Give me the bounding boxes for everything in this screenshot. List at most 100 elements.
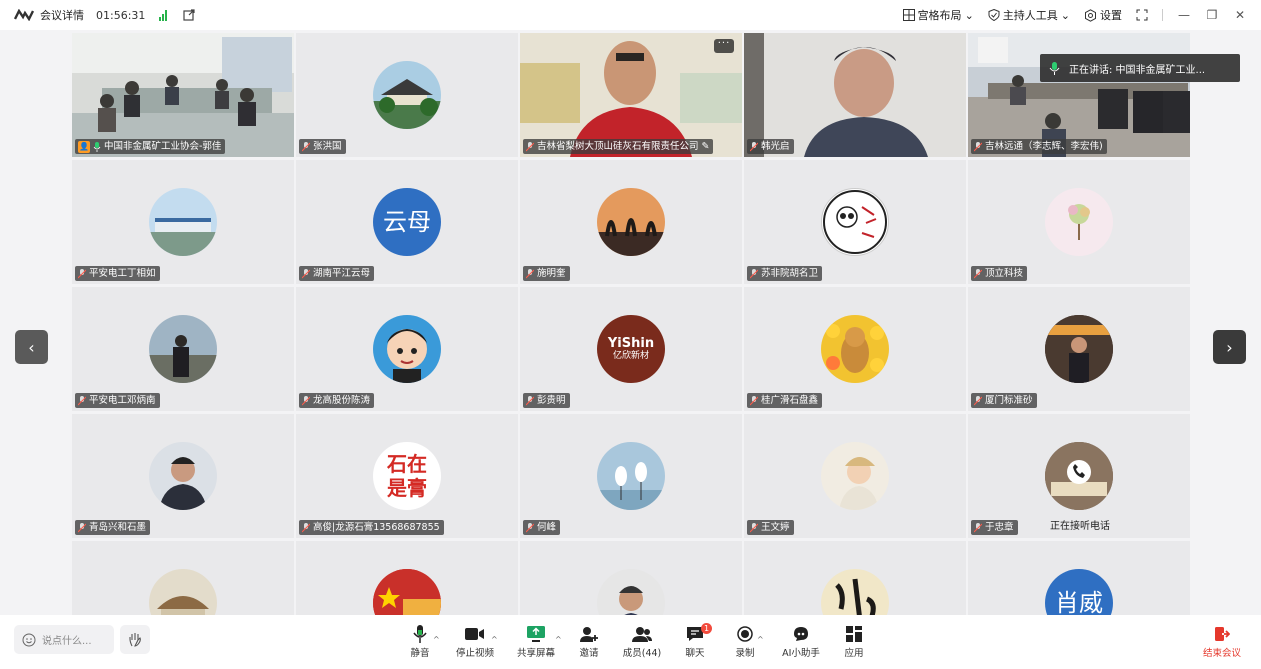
stop-video-label: 停止视频 <box>455 648 494 659</box>
mic-muted-icon <box>974 395 982 405</box>
participant-tile[interactable] <box>744 541 966 615</box>
mic-muted-icon <box>302 268 310 278</box>
more-options-button[interactable]: ··· <box>714 39 734 53</box>
participant-avatar <box>821 569 889 615</box>
mic-muted-icon <box>302 395 310 405</box>
participant-tile[interactable]: YiShin 亿欣新材 彭贵明 <box>520 287 742 411</box>
apps-label: 应用 <box>844 648 864 659</box>
emoji-icon[interactable] <box>22 633 36 647</box>
apps-button[interactable]: 应用 <box>829 623 879 659</box>
participant-name: 平安电工丁相如 <box>89 268 156 279</box>
raise-hand-button[interactable] <box>120 625 150 654</box>
chevron-up-icon[interactable]: ^ <box>433 635 440 644</box>
mic-muted-icon <box>750 268 758 278</box>
participant-tile[interactable]: 桂广滑石盘鑫 <box>744 287 966 411</box>
participant-name: 平安电工邓炳南 <box>89 395 156 406</box>
participant-tile[interactable]: 青岛兴和石墨 <box>72 414 294 538</box>
participant-avatar <box>597 442 665 510</box>
participant-avatar <box>1045 315 1113 383</box>
record-button[interactable]: ^ 录制 <box>717 623 773 659</box>
participant-tile[interactable]: 何峰 <box>520 414 742 538</box>
apps-grid-icon <box>846 626 862 642</box>
participant-tile[interactable]: 顶立科技 <box>968 160 1190 284</box>
restore-button[interactable]: ❐ <box>1205 8 1219 22</box>
share-screen-button[interactable]: ^ 共享屏幕 <box>505 623 567 659</box>
fullscreen-icon[interactable] <box>1136 9 1148 21</box>
participant-tile[interactable]: 吉林远通（李志辉、李宏伟) <box>968 33 1190 157</box>
mic-muted-icon <box>78 522 86 532</box>
active-speaker-text: 正在讲话: 中国非金属矿工业... <box>1069 64 1206 76</box>
participant-tile[interactable]: ··· 吉林省梨树大顶山硅灰石有限责任公司 ✎ <box>520 33 742 157</box>
participant-tile[interactable]: 苏非院胡名卫 <box>744 160 966 284</box>
participant-tile[interactable]: 平安电工丁相如 <box>72 160 294 284</box>
chevron-up-icon[interactable]: ^ <box>491 635 498 644</box>
video-grid-area: 👤 中国非金属矿工业协会-郭佳 张洪国 ··· 吉林省梨树大顶山硅灰石有限责任公… <box>0 30 1261 615</box>
participant-avatar <box>597 569 665 615</box>
participant-avatar: 肖威 <box>1045 569 1113 615</box>
host-tools-button[interactable]: 主持人工具 ⌄ <box>988 7 1070 23</box>
mic-muted-icon <box>526 395 534 405</box>
meeting-details-link[interactable]: 会议详情 <box>40 7 84 23</box>
close-button[interactable]: ✕ <box>1233 8 1247 22</box>
participant-avatar: 云母 <box>373 188 441 256</box>
mic-muted-icon <box>750 141 758 151</box>
invite-button[interactable]: 邀请 <box>567 623 611 659</box>
chevron-up-icon[interactable]: ^ <box>555 635 562 644</box>
signal-strength-icon[interactable] <box>159 9 168 21</box>
members-button[interactable]: 成员(44) <box>611 623 673 659</box>
participant-tile[interactable]: 张洪国 <box>296 33 518 157</box>
ai-assistant-icon <box>794 627 808 641</box>
host-tools-label: 主持人工具 <box>1002 9 1058 22</box>
grid-layout-label: 宫格布局 <box>917 9 962 22</box>
external-window-icon[interactable] <box>183 9 196 21</box>
participant-tile[interactable]: 施明奎 <box>520 160 742 284</box>
exit-icon <box>1215 627 1230 641</box>
unread-badge: 1 <box>701 623 712 634</box>
camera-icon <box>465 628 484 640</box>
participant-tile[interactable]: 王文婷 <box>744 414 966 538</box>
participant-grid: 👤 中国非金属矿工业协会-郭佳 张洪国 ··· 吉林省梨树大顶山硅灰石有限责任公… <box>72 33 1190 615</box>
mic-muted-icon <box>974 141 982 151</box>
chat-button[interactable]: 1 聊天 <box>673 623 717 659</box>
stop-video-button[interactable]: ^ 停止视频 <box>445 623 505 659</box>
participant-avatar <box>149 315 217 383</box>
ai-assistant-button[interactable]: AI小助手 <box>773 623 829 659</box>
participant-name-tag: 厦门标准砂 <box>971 393 1037 408</box>
mic-muted-icon <box>302 141 310 151</box>
mute-button[interactable]: ^ 静音 <box>395 623 445 659</box>
participant-tile[interactable]: 肖威 <box>968 541 1190 615</box>
members-icon <box>632 627 652 642</box>
participant-tile[interactable] <box>72 541 294 615</box>
participant-tile[interactable]: 云母 湖南平江云母 <box>296 160 518 284</box>
quick-chat-input[interactable]: 说点什么... <box>14 625 114 654</box>
participant-tile[interactable]: 石在 是膏 高俊|龙源石膏13568687855 <box>296 414 518 538</box>
participant-tile[interactable]: 于忠章 正在接听电话 <box>968 414 1190 538</box>
end-meeting-button[interactable]: 结束会议 <box>1200 623 1244 659</box>
participant-tile[interactable]: 平安电工邓炳南 <box>72 287 294 411</box>
mic-muted-icon <box>974 522 982 532</box>
participant-tile[interactable]: 龙高股份陈涛 <box>296 287 518 411</box>
participant-avatar <box>149 188 217 256</box>
participant-name: 王文婷 <box>761 522 790 533</box>
participant-tile[interactable]: 韩光启 <box>744 33 966 157</box>
participant-tile[interactable] <box>296 541 518 615</box>
invite-label: 邀请 <box>579 648 599 659</box>
pen-icon: ✎ <box>701 141 710 152</box>
next-page-button[interactable]: › <box>1213 330 1246 364</box>
participant-name-tag: 于忠章 <box>971 520 1018 535</box>
participant-avatar <box>373 569 441 615</box>
participant-tile[interactable]: 👤 中国非金属矿工业协会-郭佳 <box>72 33 294 157</box>
participant-name-tag: 张洪国 <box>299 139 346 154</box>
previous-page-button[interactable]: ‹ <box>15 330 48 364</box>
grid-layout-button[interactable]: 宫格布局 ⌄ <box>902 7 974 23</box>
host-badge-icon: 👤 <box>78 140 90 153</box>
active-speaker-banner: 正在讲话: 中国非金属矿工业... <box>1040 54 1240 82</box>
on-phone-status: 正在接听电话 <box>1050 521 1110 532</box>
chevron-up-icon[interactable]: ^ <box>757 635 764 644</box>
participant-tile[interactable]: 厦门标准砂 <box>968 287 1190 411</box>
participant-tile[interactable] <box>520 541 742 615</box>
settings-button[interactable]: 设置 <box>1084 7 1122 23</box>
minimize-button[interactable]: — <box>1177 8 1191 22</box>
participant-name-tag: 何峰 <box>523 520 561 535</box>
mic-muted-icon <box>526 522 534 532</box>
